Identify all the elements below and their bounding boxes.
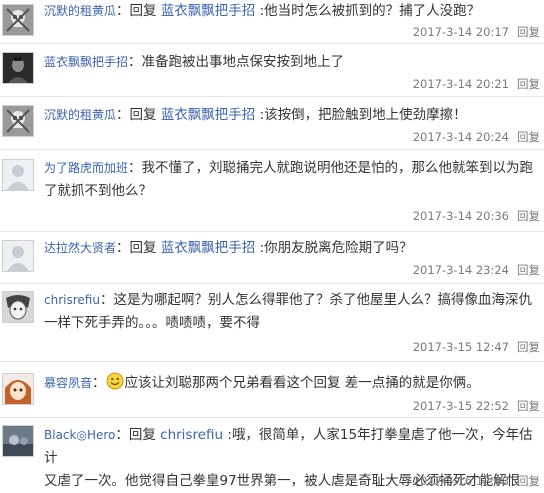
comment-username[interactable]: 蓝衣飘飘把手招 (44, 55, 128, 69)
comment-username[interactable]: 沉默的租黄瓜 (44, 108, 116, 122)
comment-username[interactable]: 为了路虎而加班 (44, 161, 128, 175)
comment-timestamp: 2017-3-14 20:24 (412, 130, 509, 144)
reply-link[interactable]: 回复 (517, 263, 540, 277)
comment-text-line2: 一样下死手弄的。。。啧啧啧，要不得 (44, 315, 260, 331)
comment-timestamp: 2017-3-14 23:24 (412, 263, 509, 277)
reply-link[interactable]: 回复 (517, 209, 540, 223)
default-avatar[interactable] (2, 159, 34, 191)
comment-timestamp: 2017-3-14 20:36 (412, 209, 509, 223)
comment-item: 蓝衣飘飘把手招：准备跑被出事地点保安按到地上了 2017-3-14 20:21 回… (0, 44, 544, 97)
reply-link[interactable]: 回复 (517, 340, 540, 354)
anime-avatar[interactable] (2, 373, 34, 405)
comment-timestamp: 2017-3-15 22:52 (412, 399, 509, 413)
reply-target[interactable]: 蓝衣飘飘把手招 (161, 240, 256, 256)
comment-item: 沉默的租黄瓜：回复 蓝衣飘飘把手招 :他当时怎么被抓到的？捕了人没跑？ 2017… (0, 0, 544, 44)
comment-text-line1: 这是为哪起啊？别人怎么得罪他了？杀了他屋里人么？搞得像血海深仇 (113, 292, 532, 308)
reply-target[interactable]: 蓝衣飘飘把手招 (161, 107, 256, 123)
comment-username[interactable]: 慕容夙音 (44, 376, 92, 390)
reply-link[interactable]: 回复 (517, 474, 540, 488)
reply-word: 回复 (129, 107, 157, 123)
comment-timestamp: 2017-3-15 12:47 (412, 340, 509, 354)
reply-word: 回复 (129, 3, 157, 19)
portrait-avatar[interactable] (2, 52, 34, 84)
comment-text: 你朋友脱离危险期了吗？ (264, 240, 413, 256)
comment-text-line2: 了就抓不到他么？ (44, 183, 152, 199)
skull-avatar[interactable] (2, 4, 34, 36)
reply-word: 回复 (128, 427, 156, 443)
comment-list: 沉默的租黄瓜：回复 蓝衣飘飘把手招 :他当时怎么被抓到的？捕了人没跑？ 2017… (0, 0, 544, 490)
default-avatar[interactable] (2, 240, 34, 272)
comment-item: 为了路虎而加班：我不懂了，刘聪捅完人就跑说明他还是怕的，那么他就笨到以为跑 了就… (0, 150, 544, 232)
comment-timestamp: 2017-3-14 20:17 (412, 25, 509, 39)
comment-username[interactable]: Black◎Hero (44, 428, 115, 442)
comment-item: 慕容夙音： 应该让刘聪那两个兄弟看看这个回复 差一点捅的就是你俩。 2017-3-… (0, 362, 544, 418)
comment-username[interactable]: chrisrefiu (44, 293, 100, 307)
comment-text: 准备跑被出事地点保安按到地上了 (141, 54, 345, 70)
comment-item: 沉默的租黄瓜：回复 蓝衣飘飘把手招 :该按倒，把脸触到地上使劲摩擦！ 2017-… (0, 97, 544, 150)
reply-word: 回复 (129, 240, 157, 256)
comment-text: 他当时怎么被抓到的？捕了人没跑？ (264, 3, 481, 19)
comment-text: 应该让刘聪那两个兄弟看看这个回复 差一点捅的就是你俩。 (124, 375, 480, 391)
reply-link[interactable]: 回复 (517, 399, 540, 413)
comment-username[interactable]: 达拉然大贤者 (44, 241, 116, 255)
hero-avatar[interactable] (2, 425, 34, 457)
comment-timestamp: 2017-3-16 12:08 (412, 474, 509, 488)
reply-link[interactable]: 回复 (517, 130, 540, 144)
reply-link[interactable]: 回复 (517, 25, 540, 39)
reply-link[interactable]: 回复 (517, 77, 540, 91)
comment-item: Black◎Hero：回复 chrisrefiu :哦，很简单，人家15年打拳皇… (0, 418, 544, 490)
comment-text: 该按倒，把脸触到地上使劲摩擦！ (264, 107, 467, 123)
smiley-emoji-icon (106, 372, 124, 390)
comment-item: chrisrefiu：这是为哪起啊？别人怎么得罪他了？杀了他屋里人么？搞得像血海… (0, 284, 544, 362)
reply-target[interactable]: 蓝衣飘飘把手招 (161, 3, 256, 19)
comment-text-line1: 我不懂了，刘聪捅完人就跑说明他还是怕的，那么他就笨到以为跑 (141, 160, 534, 176)
sketch-avatar[interactable] (2, 291, 34, 323)
reply-target[interactable]: chrisrefiu (160, 427, 223, 443)
comment-item: 达拉然大贤者：回复 蓝衣飘飘把手招 :你朋友脱离危险期了吗？ 2017-3-14… (0, 232, 544, 284)
comment-timestamp: 2017-3-14 20:21 (412, 77, 509, 91)
comment-username[interactable]: 沉默的租黄瓜 (44, 4, 116, 18)
skull-avatar[interactable] (2, 105, 34, 137)
